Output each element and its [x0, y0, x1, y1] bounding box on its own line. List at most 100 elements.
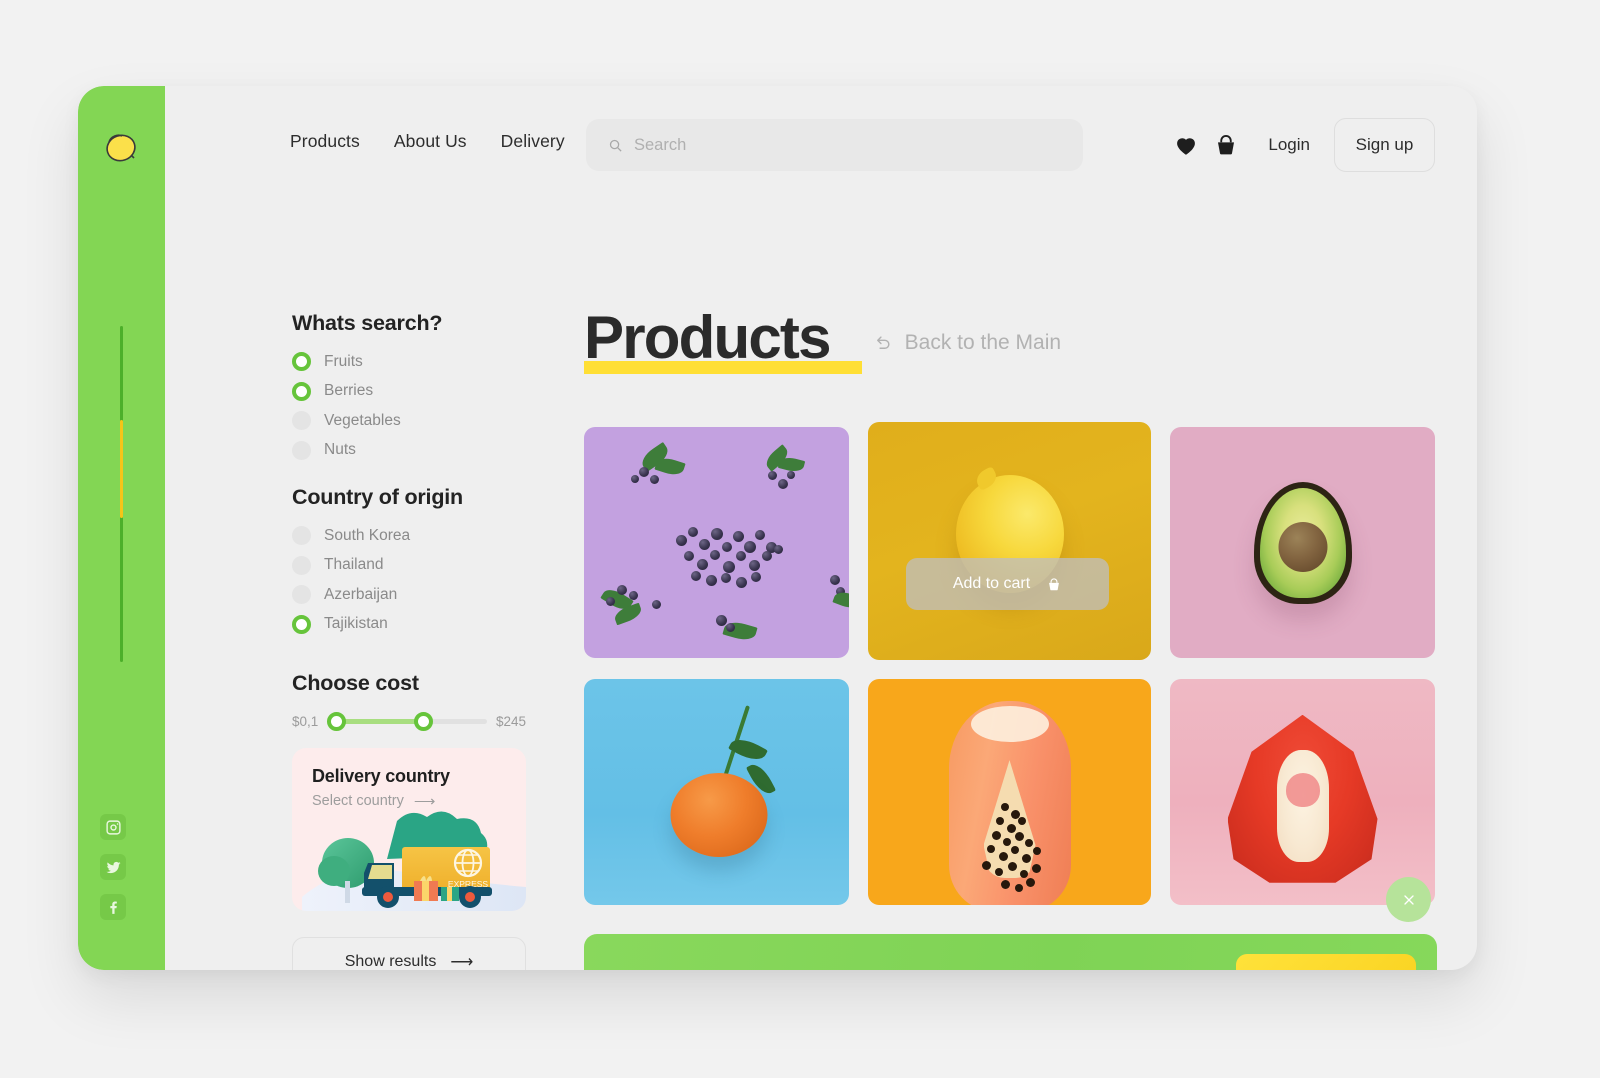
page-title: Products [584, 304, 831, 371]
nav-item-products[interactable]: Products [290, 131, 360, 152]
page-title-block: Products [584, 304, 862, 374]
delivery-country-card[interactable]: Delivery country Select country ⟶ EXPRES… [292, 748, 526, 911]
basket-icon [1049, 577, 1060, 590]
radio-berries-label: Berries [324, 382, 374, 400]
delivery-card-title: Delivery country [312, 766, 450, 786]
search-bar[interactable] [586, 119, 1083, 171]
lemon-icon-svg [106, 134, 136, 162]
cost-slider-min-handle[interactable] [327, 712, 347, 731]
radio-tajikistan-dot[interactable] [292, 614, 311, 634]
radio-berries[interactable]: Berries [292, 377, 526, 407]
nav-item-about-us[interactable]: About Us [394, 131, 467, 152]
instagram-glyph [105, 819, 121, 835]
cost-max-label: $245 [495, 714, 526, 729]
country-radio-list: South Korea Thailand Azerbaijan Tajikist… [292, 521, 526, 639]
back-to-main-link[interactable]: Back to the Main [873, 331, 1061, 368]
radio-fruits[interactable]: Fruits [292, 347, 526, 377]
radio-vegetables[interactable]: Vegetables [292, 406, 526, 436]
add-to-cart-label: Add to cart [952, 575, 1031, 592]
lemon-icon[interactable] [100, 126, 142, 168]
strawberry-image [1170, 679, 1435, 905]
radio-fruits-dot[interactable] [292, 352, 311, 372]
radio-fruits-label: Fruits [324, 352, 363, 370]
basket-glyph [1218, 135, 1235, 155]
filter-group-cost: Choose cost $0,1 $245 [292, 671, 526, 731]
nav-item-delivery[interactable]: Delivery [501, 131, 565, 152]
total-bar: Amount of goods: $14,29 Shopping list ┐ … [584, 934, 1437, 970]
cost-slider-row: $0,1 $245 [292, 712, 526, 731]
lemon-image [868, 422, 1151, 660]
product-card-strawberry[interactable] [1170, 679, 1435, 905]
heart-icon[interactable] [1173, 132, 1199, 158]
blueberries-image [584, 427, 849, 658]
facebook-icon[interactable] [100, 894, 126, 920]
cost-min-label: $0,1 [292, 714, 319, 729]
header: Products About Us Delivery Login [165, 86, 1477, 201]
papaya-rim [970, 706, 1049, 743]
cost-slider-track[interactable] [327, 712, 487, 731]
product-card-blueberries[interactable] [584, 427, 849, 658]
radio-thailand-dot[interactable] [292, 555, 311, 575]
twitter-glyph [105, 861, 121, 873]
rail-scroll-track[interactable] [120, 326, 123, 662]
radio-nuts-label: Nuts [324, 441, 356, 459]
radio-azerbaijan[interactable]: Azerbaijan [292, 580, 526, 610]
radio-vegetables-dot[interactable] [292, 411, 311, 431]
undo-arrow-icon [876, 335, 890, 349]
signup-button[interactable]: Sign up [1334, 118, 1435, 172]
radio-nuts-dot[interactable] [292, 440, 311, 460]
avocado-pit [1278, 522, 1327, 573]
add-to-cart-button[interactable]: Add to cart [906, 558, 1109, 610]
product-card-lemon[interactable]: Add to cart [868, 422, 1151, 660]
product-card-papaya[interactable] [868, 679, 1151, 905]
buy-now-button[interactable]: Buy now [1236, 954, 1416, 970]
radio-south-korea[interactable]: South Korea [292, 521, 526, 551]
basket-icon[interactable] [1213, 132, 1239, 158]
show-results-label: Show results [344, 952, 437, 970]
login-button[interactable]: Login [1268, 135, 1310, 155]
filter-group-search-title: Whats search? [292, 311, 443, 335]
avocado-image [1170, 427, 1435, 658]
filter-group-country-title: Country of origin [292, 485, 463, 509]
rail-scroll-thumb[interactable] [120, 420, 123, 518]
radio-azerbaijan-label: Azerbaijan [324, 585, 398, 603]
search-input[interactable] [634, 135, 1061, 155]
header-actions: Login Sign up [1173, 118, 1435, 172]
radio-azerbaijan-dot[interactable] [292, 585, 311, 605]
amount-of-goods-value: $14,29 [796, 967, 871, 970]
product-grid: Add to cart [584, 422, 1435, 905]
main-nav: Products About Us Delivery [290, 131, 565, 152]
filter-group-search: Whats search? Fruits Berries Vegetables … [292, 311, 526, 465]
product-card-tangerine[interactable] [584, 679, 849, 905]
tangerine-image [584, 679, 849, 905]
radio-south-korea-dot[interactable] [292, 526, 311, 546]
social-links [100, 814, 126, 920]
close-button[interactable] [1386, 877, 1431, 922]
lemon-tip [972, 465, 1000, 491]
tangerine-leaf-1 [728, 733, 768, 766]
radio-nuts[interactable]: Nuts [292, 436, 526, 466]
radio-thailand-label: Thailand [324, 556, 384, 574]
product-card-avocado[interactable] [1170, 427, 1435, 658]
filter-group-country: Country of origin South Korea Thailand A… [292, 485, 526, 639]
radio-tajikistan[interactable]: Tajikistan [292, 610, 526, 640]
instagram-icon[interactable] [100, 814, 126, 840]
close-icon [1403, 894, 1414, 905]
radio-thailand[interactable]: Thailand [292, 551, 526, 581]
filter-group-cost-title: Choose cost [292, 671, 419, 695]
back-to-main-label: Back to the Main [904, 331, 1062, 354]
twitter-icon[interactable] [100, 854, 126, 880]
search-radio-list: Fruits Berries Vegetables Nuts [292, 347, 526, 465]
cost-slider-max-handle[interactable] [413, 712, 433, 731]
radio-south-korea-label: South Korea [324, 526, 411, 544]
tangerine-fruit [670, 772, 768, 857]
search-icon [609, 139, 622, 152]
filters-panel: Whats search? Fruits Berries Vegetables … [292, 311, 526, 731]
show-results-button[interactable]: Show results ⟶ [292, 937, 526, 970]
facebook-glyph [109, 900, 117, 914]
radio-vegetables-label: Vegetables [324, 411, 401, 429]
radio-berries-dot[interactable] [292, 381, 311, 401]
arrow-right-icon: ⟶ [450, 953, 474, 971]
delivery-truck-illustration: EXPRESS [302, 811, 526, 911]
papaya-image [868, 679, 1151, 905]
